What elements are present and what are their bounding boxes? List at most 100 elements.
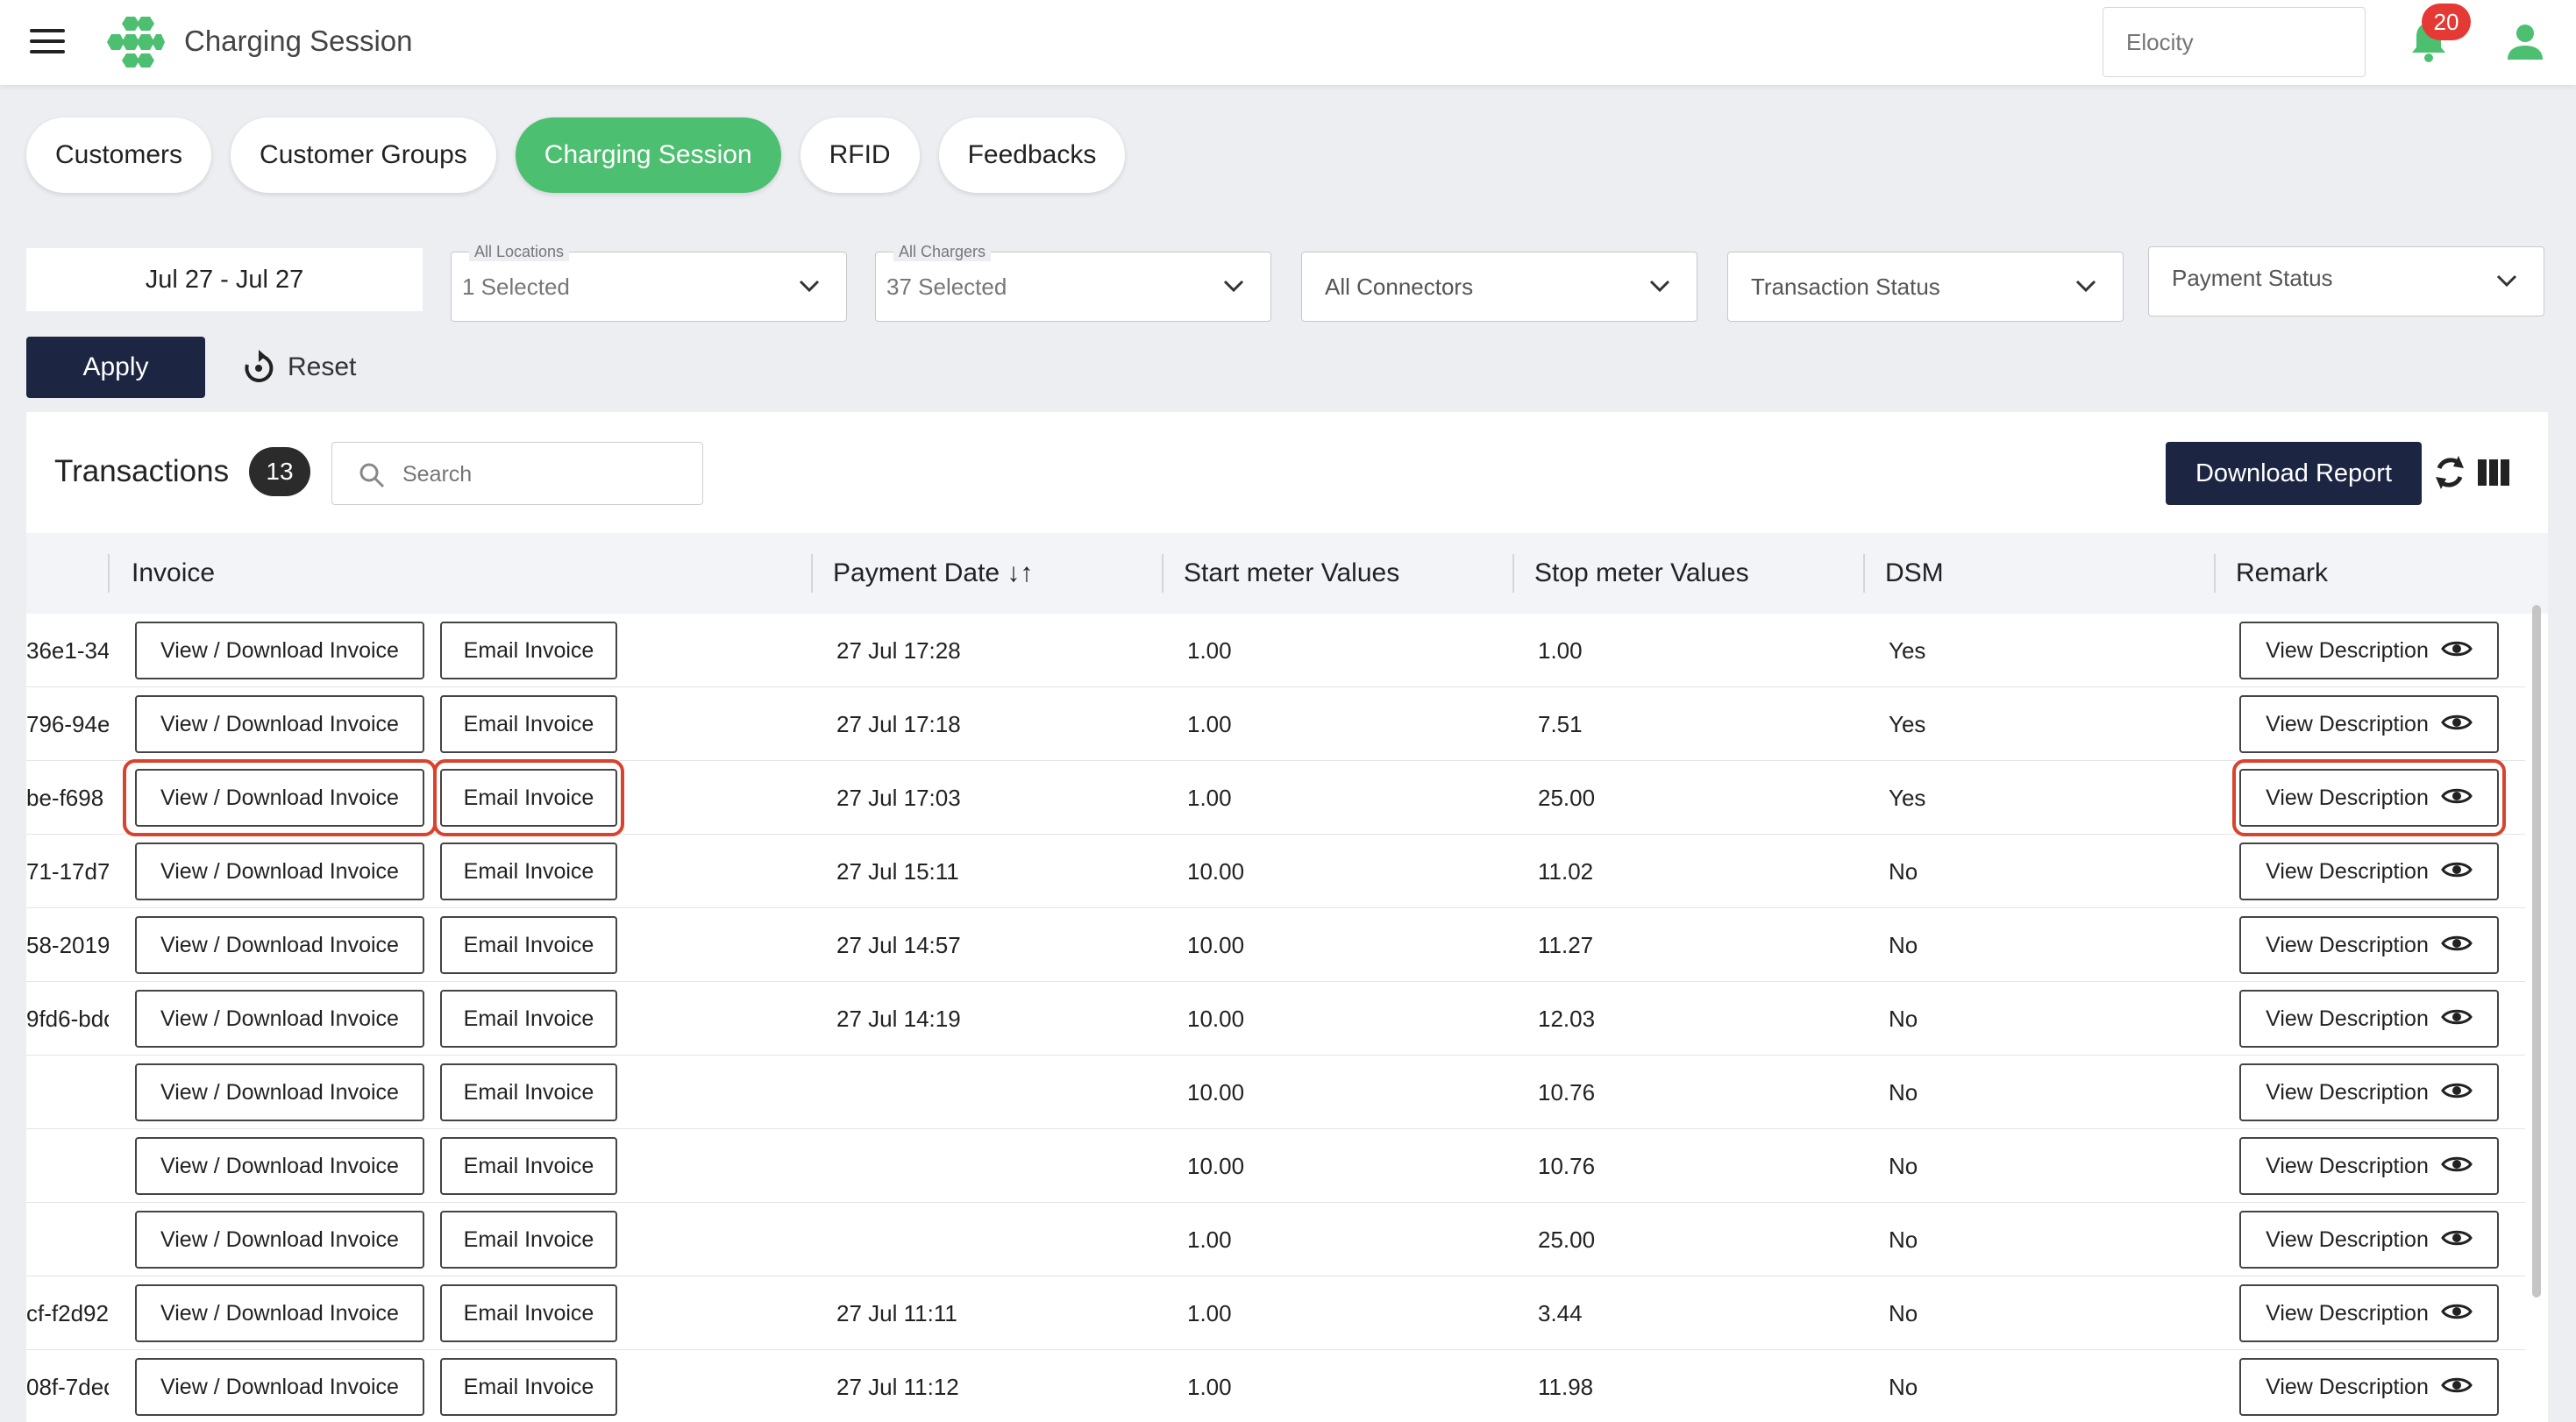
view-download-invoice-button[interactable]: View / Download Invoice xyxy=(135,695,424,753)
table-row: 796-94e View / Download Invoice Email Invo… xyxy=(26,687,2525,761)
locations-value: 1 Selected xyxy=(462,274,570,300)
eye-icon xyxy=(2441,642,2473,657)
date-range-picker[interactable]: Jul 27 - Jul 27 xyxy=(26,248,423,311)
email-invoice-button[interactable]: Email Invoice xyxy=(440,1063,617,1121)
notification-count-badge: 20 xyxy=(2422,4,2471,40)
view-description-button[interactable]: View Description xyxy=(2239,1137,2499,1195)
email-invoice-button[interactable]: Email Invoice xyxy=(440,1358,617,1416)
table-header: Invoice Payment Date ↓↑ Start meter Valu… xyxy=(26,533,2548,614)
start-meter-cell: 10.00 xyxy=(1187,1079,1245,1106)
view-download-invoice-button[interactable]: View / Download Invoice xyxy=(135,1063,424,1121)
refresh-icon[interactable] xyxy=(2432,452,2467,493)
menu-icon[interactable] xyxy=(30,29,65,55)
view-description-label: View Description xyxy=(2266,1227,2429,1252)
transaction-id-cell: cf-f2d92 xyxy=(26,1300,109,1326)
email-invoice-button[interactable]: Email Invoice xyxy=(440,622,617,679)
payment-date-cell: 27 Jul 11:11 xyxy=(836,1300,957,1326)
transaction-id-cell xyxy=(26,1203,109,1276)
dsm-cell: Yes xyxy=(1889,711,1926,737)
view-description-button[interactable]: View Description xyxy=(2239,695,2499,753)
start-meter-cell: 1.00 xyxy=(1187,1300,1232,1326)
view-description-button[interactable]: View Description xyxy=(2239,622,2499,679)
apply-button[interactable]: Apply xyxy=(26,337,205,398)
column-separator xyxy=(811,554,813,593)
table-row: 58-2019 View / Download Invoice Email Invo… xyxy=(26,908,2525,982)
download-report-button[interactable]: Download Report xyxy=(2166,442,2422,505)
view-description-label: View Description xyxy=(2266,1375,2429,1399)
table-row: 71-17d7 View / Download Invoice Email Invo… xyxy=(26,835,2525,908)
payment-status-value: Payment Status xyxy=(2172,265,2333,291)
column-header-remark: Remark xyxy=(2236,558,2329,587)
table-row: View / Download Invoice Email Invoice 10.0… xyxy=(26,1129,2525,1203)
view-download-invoice-button[interactable]: View / Download Invoice xyxy=(135,843,424,900)
email-invoice-button[interactable]: Email Invoice xyxy=(440,916,617,974)
email-invoice-button[interactable]: Email Invoice xyxy=(440,1284,617,1342)
table-row: be-f698 View / Download Invoice Email Invo… xyxy=(26,759,2525,836)
payment-date-cell: 27 Jul 15:11 xyxy=(836,858,959,885)
email-invoice-button[interactable]: Email Invoice xyxy=(440,769,617,827)
locations-select[interactable]: All Locations 1 Selected xyxy=(451,242,847,322)
chargers-select[interactable]: All Chargers 37 Selected xyxy=(875,242,1271,322)
vertical-scrollbar[interactable] xyxy=(2532,605,2541,1298)
search-input[interactable] xyxy=(402,457,683,492)
chevron-down-icon xyxy=(2075,280,2096,293)
eye-icon xyxy=(2441,789,2473,804)
view-download-invoice-button[interactable]: View / Download Invoice xyxy=(135,1284,424,1342)
chevron-down-icon xyxy=(1649,280,1670,293)
view-description-button[interactable]: View Description xyxy=(2239,916,2499,974)
table-row: 08f-7dec View / Download Invoice Email Inv… xyxy=(26,1350,2525,1422)
start-meter-cell: 1.00 xyxy=(1187,785,1232,811)
reset-button[interactable]: Reset xyxy=(242,347,356,387)
tab-customer-groups[interactable]: Customer Groups xyxy=(231,117,496,193)
search-field[interactable] xyxy=(331,442,703,505)
tab-rfid[interactable]: RFID xyxy=(800,117,920,193)
view-download-invoice-button[interactable]: View / Download Invoice xyxy=(135,622,424,679)
view-description-button[interactable]: View Description xyxy=(2239,1284,2499,1342)
email-invoice-button[interactable]: Email Invoice xyxy=(440,1137,617,1195)
chevron-down-icon xyxy=(1223,280,1244,293)
email-invoice-button[interactable]: Email Invoice xyxy=(440,1211,617,1269)
start-meter-cell: 10.00 xyxy=(1187,1153,1245,1179)
view-description-button[interactable]: View Description xyxy=(2239,843,2499,900)
view-description-button[interactable]: View Description xyxy=(2239,769,2499,827)
stop-meter-cell: 10.76 xyxy=(1538,1079,1596,1106)
locations-legend: All Locations xyxy=(469,242,570,261)
user-account-icon[interactable] xyxy=(2504,21,2546,63)
view-download-invoice-button[interactable]: View / Download Invoice xyxy=(135,1137,424,1195)
view-download-invoice-button[interactable]: View / Download Invoice xyxy=(135,990,424,1048)
column-separator xyxy=(1863,554,1865,593)
columns-icon[interactable] xyxy=(2478,459,2509,486)
organization-input[interactable] xyxy=(2103,7,2366,77)
chargers-legend: All Chargers xyxy=(893,242,992,261)
chevron-down-icon xyxy=(799,280,820,293)
table-row: cf-f2d92 View / Download Invoice Email Inv… xyxy=(26,1276,2525,1350)
stop-meter-cell: 1.00 xyxy=(1538,637,1583,664)
start-meter-cell: 1.00 xyxy=(1187,711,1232,737)
email-invoice-button[interactable]: Email Invoice xyxy=(440,843,617,900)
payment-status-select[interactable]: Payment Status xyxy=(2148,246,2544,316)
transaction-status-select[interactable]: Transaction Status xyxy=(1727,252,2124,322)
view-description-button[interactable]: View Description xyxy=(2239,1063,2499,1121)
transaction-id-cell: 9fd6-bdc xyxy=(26,1006,109,1032)
email-invoice-button[interactable]: Email Invoice xyxy=(440,990,617,1048)
connectors-select[interactable]: All Connectors xyxy=(1301,252,1697,322)
tab-customers[interactable]: Customers xyxy=(26,117,212,193)
stop-meter-cell: 3.44 xyxy=(1538,1300,1583,1326)
view-download-invoice-button[interactable]: View / Download Invoice xyxy=(135,1358,424,1416)
view-description-button[interactable]: View Description xyxy=(2239,990,2499,1048)
view-description-label: View Description xyxy=(2266,638,2429,663)
tab-charging-session[interactable]: Charging Session xyxy=(515,117,781,193)
view-download-invoice-button[interactable]: View / Download Invoice xyxy=(135,1211,424,1269)
view-download-invoice-button[interactable]: View / Download Invoice xyxy=(135,769,424,827)
payment-date-cell: 27 Jul 14:19 xyxy=(836,1006,961,1032)
column-header-payment-date[interactable]: Payment Date ↓↑ xyxy=(833,533,1033,614)
dsm-cell: Yes xyxy=(1889,637,1926,664)
stop-meter-cell: 11.27 xyxy=(1538,932,1594,958)
view-download-invoice-button[interactable]: View / Download Invoice xyxy=(135,916,424,974)
stop-meter-cell: 25.00 xyxy=(1538,785,1596,811)
tab-feedbacks[interactable]: Feedbacks xyxy=(938,117,1126,193)
view-description-button[interactable]: View Description xyxy=(2239,1358,2499,1416)
view-description-button[interactable]: View Description xyxy=(2239,1211,2499,1269)
view-description-label: View Description xyxy=(2266,1006,2429,1031)
email-invoice-button[interactable]: Email Invoice xyxy=(440,695,617,753)
